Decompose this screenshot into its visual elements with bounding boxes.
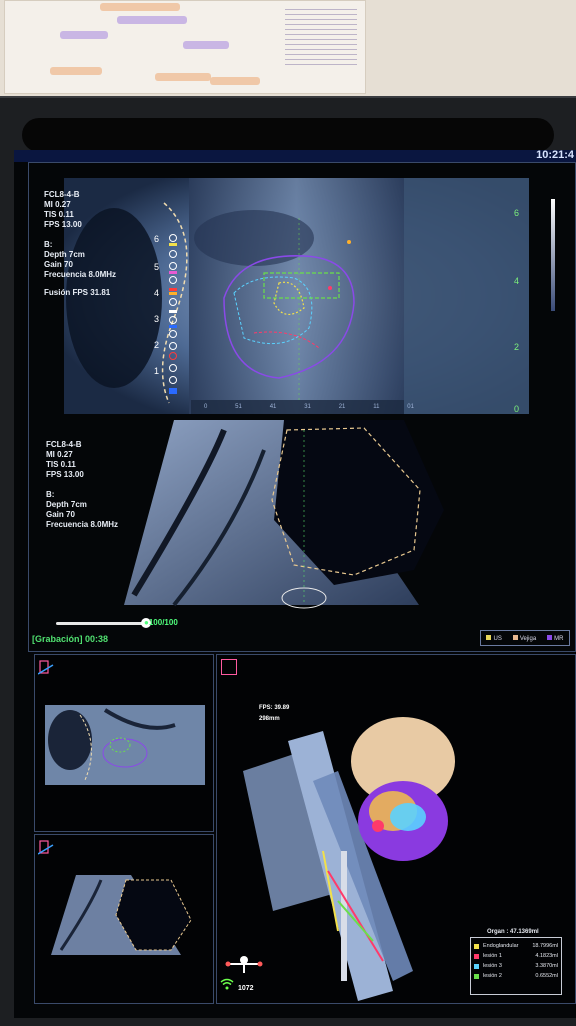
legend-label: Vejiga — [519, 635, 537, 642]
probe-label: FCL8-4-B — [44, 190, 80, 199]
volume-name: lesión 3 — [483, 963, 502, 969]
fusion-fps-value: Fusión FPS 31.81 — [44, 288, 111, 297]
fps-value: FPS 13.00 — [46, 470, 84, 479]
depth-tick: 6 — [514, 208, 520, 218]
redacted-bar — [22, 118, 554, 152]
gain-value: Gain 70 — [44, 260, 73, 269]
depth-value: Depth 7cm — [44, 250, 85, 259]
ruler-tick: 11 — [373, 404, 380, 410]
playback-slider-track[interactable] — [56, 622, 146, 625]
legend-label: US — [493, 635, 502, 642]
playback-position: ●100/100 — [144, 618, 178, 627]
mr-reference-image — [124, 420, 444, 609]
channel-number: 4 — [154, 288, 160, 298]
volume-name: lesión 1 — [483, 953, 502, 959]
probe-label: FCL8-4-B — [46, 440, 82, 449]
channel-number: 1 — [154, 366, 160, 376]
fusion-ultrasound-image — [64, 178, 529, 414]
volume-row: lesión 2 0.6552ml — [474, 971, 558, 981]
volume-value: 3.3870ml — [535, 963, 558, 969]
volume-name: lesión 2 — [483, 973, 502, 979]
volume-name: Endoglandular — [483, 943, 519, 949]
mini-mr-image — [51, 875, 192, 955]
mini-view-bottom[interactable] — [34, 834, 214, 1004]
ruler-tick: 21 — [338, 404, 346, 410]
ruler-tick: 31 — [304, 404, 311, 410]
channel-number: 6 — [154, 234, 160, 244]
channel-markers: 6 5 4 3 2 1 — [146, 230, 186, 400]
legend-item[interactable]: MR — [547, 634, 564, 642]
volume-row: lesión 1 4.1823ml — [474, 951, 558, 961]
cube-3d-icon[interactable] — [221, 659, 237, 675]
organ-volume: Organ : 47.1369ml — [487, 929, 539, 935]
frequency-value: Frecuencia 8.0MHz — [44, 270, 117, 279]
depth-scale: 6 4 2 0 — [514, 208, 534, 414]
top-image-parameters: FCL8-4-B MI 0.27 TIS 0.11 FPS 13.00 B: D… — [44, 190, 116, 298]
clock-display: 10:21:4 — [536, 150, 574, 161]
depth-value: Depth 7cm — [46, 500, 87, 509]
channel-number: 3 — [154, 314, 160, 324]
legend-item[interactable]: Vejiga — [512, 634, 537, 642]
tis-value: TIS 0.11 — [44, 210, 74, 219]
channel-number: 5 — [154, 262, 160, 272]
recording-status: [Grabación] 00:38 — [32, 634, 109, 644]
fps-value: FPS 13.00 — [44, 220, 82, 229]
top-status-bar: 10:21:4 — [14, 150, 576, 162]
volume-row: lesión 3 3.3870ml — [474, 961, 558, 971]
ruler-tick: 0 — [204, 404, 208, 410]
volume-value: 0.6552ml — [535, 973, 558, 979]
frequency-value: Frecuencia 8.0MHz — [46, 520, 119, 529]
mini-view-top[interactable] — [34, 654, 214, 832]
probe-icon[interactable] — [38, 839, 54, 855]
needle-marker-icons — [169, 234, 177, 394]
prostate-3d-model — [243, 717, 455, 1001]
tis-value: TIS 0.11 — [46, 460, 76, 469]
volume-row: Endoglandular 18.7996ml — [474, 941, 558, 951]
mini-fusion-image — [45, 705, 205, 785]
ultrasound-screen: 10:21:4 6 5 4 3 2 1 FCL8-4-B MI 0.27 TIS… — [14, 150, 576, 1018]
bottom-image-parameters: FCL8-4-B MI 0.27 TIS 0.11 FPS 13.00 B: D… — [46, 440, 118, 530]
mi-value: MI 0.27 — [46, 450, 73, 459]
volume-value: 4.1823ml — [535, 953, 558, 959]
depth-tick: 0 — [514, 404, 520, 414]
mode-label: B: — [44, 240, 53, 249]
legend-item[interactable]: US — [486, 634, 502, 642]
legend-label: MR — [554, 635, 564, 642]
ruler-tick: 51 — [235, 404, 242, 410]
bottom-ruler: 0 51 41 31 21 11 01 — [204, 404, 414, 410]
ruler-tick: 01 — [407, 404, 414, 410]
volume-table: Endoglandular 18.7996ml lesión 1 4.1823ml … — [470, 937, 562, 995]
body-orientation-icon[interactable] — [224, 952, 264, 974]
wifi-icon — [220, 978, 234, 993]
contour-legend: US Vejiga MR — [480, 630, 570, 646]
playback-value: 100/100 — [148, 618, 178, 627]
mode-label: B: — [46, 490, 55, 499]
probe-icon[interactable] — [38, 659, 54, 675]
depth-tick: 2 — [514, 342, 520, 352]
gray-scale-bar — [551, 199, 555, 311]
ruler-tick: 41 — [269, 404, 277, 410]
wall-poster — [4, 0, 366, 94]
volume-value: 18.7996ml — [532, 943, 558, 949]
connection-count: 1072 — [238, 985, 254, 992]
channel-number: 2 — [154, 340, 160, 350]
gain-value: Gain 70 — [46, 510, 75, 519]
mi-value: MI 0.27 — [44, 200, 71, 209]
depth-tick: 4 — [514, 276, 520, 286]
